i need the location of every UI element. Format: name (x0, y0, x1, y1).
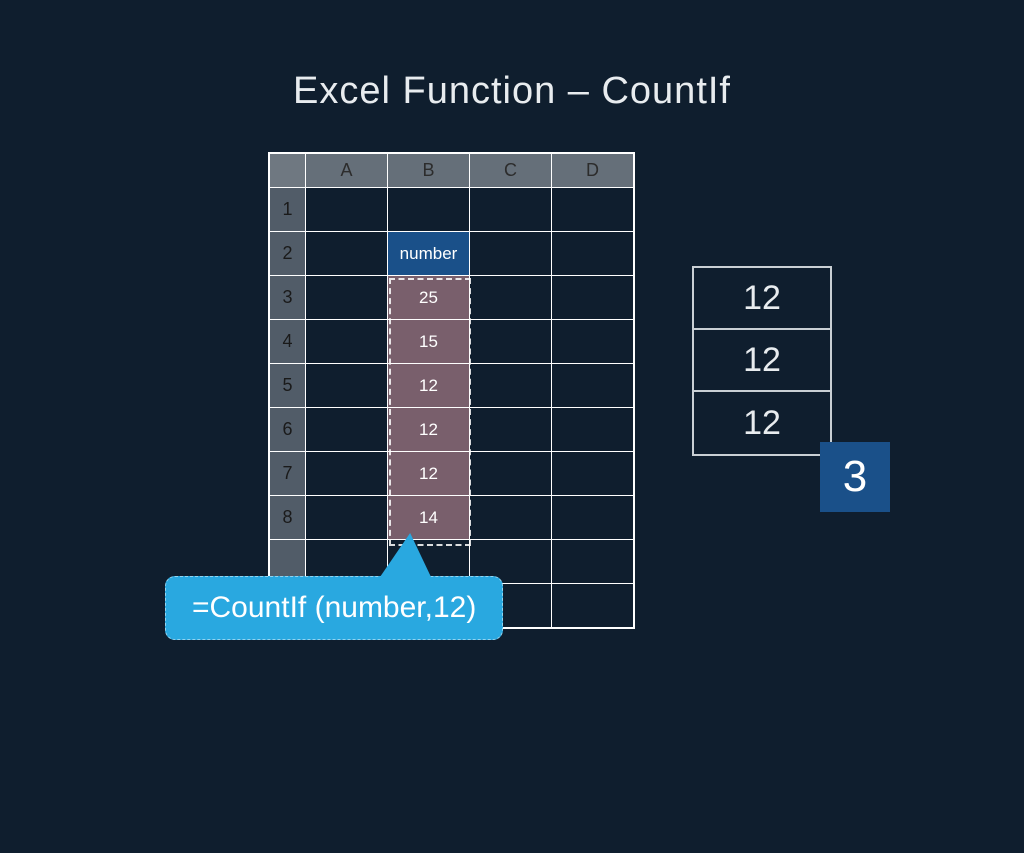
cell-D1[interactable] (552, 188, 634, 232)
cell-B4[interactable]: 15 (388, 320, 470, 364)
cell-A5[interactable] (306, 364, 388, 408)
formula-text: =CountIf (number,12) (192, 591, 476, 624)
col-header-C: C (470, 154, 552, 188)
cell-B1[interactable] (388, 188, 470, 232)
cell-C4[interactable] (470, 320, 552, 364)
result-box: 3 (820, 442, 890, 512)
row-header-2: 2 (270, 232, 306, 276)
cell-B6[interactable]: 12 (388, 408, 470, 452)
row-header-3: 3 (270, 276, 306, 320)
cell-C1[interactable] (470, 188, 552, 232)
match-list: 12 12 12 (692, 266, 832, 456)
cell-D9[interactable] (552, 540, 634, 584)
cell-D8[interactable] (552, 496, 634, 540)
cell-A7[interactable] (306, 452, 388, 496)
row-header-4: 4 (270, 320, 306, 364)
formula-callout: =CountIf (number,12) (165, 576, 503, 640)
cell-A1[interactable] (306, 188, 388, 232)
match-item-3: 12 (694, 392, 830, 454)
cell-A3[interactable] (306, 276, 388, 320)
match-item-2: 12 (694, 330, 830, 392)
row-header-6: 6 (270, 408, 306, 452)
cell-C2[interactable] (470, 232, 552, 276)
cell-A8[interactable] (306, 496, 388, 540)
cell-B7[interactable]: 12 (388, 452, 470, 496)
cell-B3[interactable]: 25 (388, 276, 470, 320)
cell-A2[interactable] (306, 232, 388, 276)
col-header-B: B (388, 154, 470, 188)
grid-corner (270, 154, 306, 188)
cell-C5[interactable] (470, 364, 552, 408)
row-header-8: 8 (270, 496, 306, 540)
cell-B5[interactable]: 12 (388, 364, 470, 408)
cell-B2-named-range[interactable]: number (388, 232, 470, 276)
cell-C7[interactable] (470, 452, 552, 496)
cell-A4[interactable] (306, 320, 388, 364)
cell-C8[interactable] (470, 496, 552, 540)
page-title: Excel Function – CountIf (0, 70, 1024, 113)
cell-D10[interactable] (552, 584, 634, 628)
cell-D4[interactable] (552, 320, 634, 364)
spreadsheet-grid: A B C D 1 2 number 3 25 4 (268, 152, 635, 629)
match-item-1: 12 (694, 268, 830, 330)
row-header-7: 7 (270, 452, 306, 496)
cell-C6[interactable] (470, 408, 552, 452)
cell-D3[interactable] (552, 276, 634, 320)
col-header-D: D (552, 154, 634, 188)
row-header-5: 5 (270, 364, 306, 408)
cell-D2[interactable] (552, 232, 634, 276)
cell-D7[interactable] (552, 452, 634, 496)
cell-A6[interactable] (306, 408, 388, 452)
row-header-1: 1 (270, 188, 306, 232)
cell-C3[interactable] (470, 276, 552, 320)
cell-D6[interactable] (552, 408, 634, 452)
col-header-A: A (306, 154, 388, 188)
cell-D5[interactable] (552, 364, 634, 408)
